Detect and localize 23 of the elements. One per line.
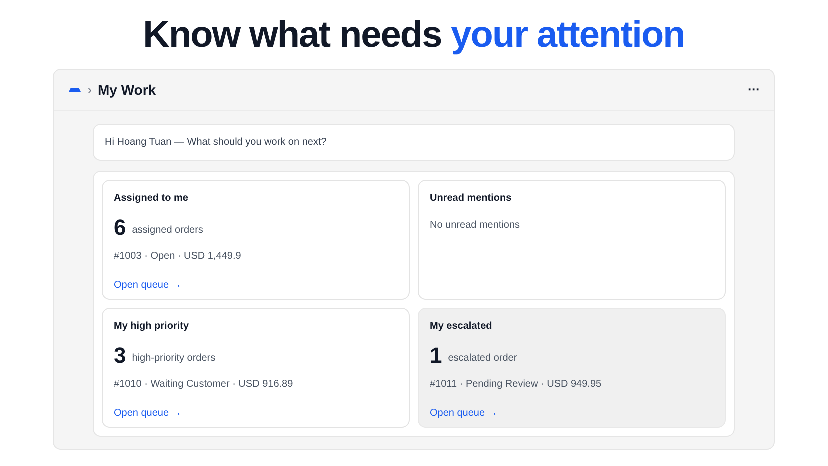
count-label: escalated order xyxy=(448,352,518,366)
count-label: high-priority orders xyxy=(132,352,216,366)
count-value: 1 xyxy=(430,344,442,368)
open-queue-link[interactable]: Open queue → xyxy=(430,406,714,421)
card-title: My escalated xyxy=(430,320,494,334)
count-value: 3 xyxy=(114,344,126,368)
window-title: My Work xyxy=(98,80,156,100)
count-value: 6 xyxy=(114,216,126,240)
card-title: My high priority xyxy=(114,320,190,334)
order-detail: #1003 · Open · USD 1,449.9 xyxy=(114,250,242,264)
app-logo-icon xyxy=(68,85,82,95)
breadcrumb-separator: › xyxy=(88,82,92,99)
headline: Know what needs your attention xyxy=(143,13,685,57)
order-detail: #1011 · Pending Review · USD 949.95 xyxy=(430,378,603,392)
card-title: Unread mentions xyxy=(430,192,513,206)
card-title: Assigned to me xyxy=(114,192,190,206)
count-label: assigned orders xyxy=(132,224,204,238)
open-queue-link[interactable]: Open queue → xyxy=(114,406,398,421)
order-detail: #1010 · Waiting Customer · USD 916.89 xyxy=(114,378,294,392)
greeting-box: Hi Hoang Tuan — What should you work on next? xyxy=(93,124,735,161)
empty-message: No unread mentions xyxy=(430,219,522,233)
open-queue-link[interactable]: Open queue → xyxy=(114,278,398,293)
more-menu-button[interactable]: ··· xyxy=(748,80,760,100)
